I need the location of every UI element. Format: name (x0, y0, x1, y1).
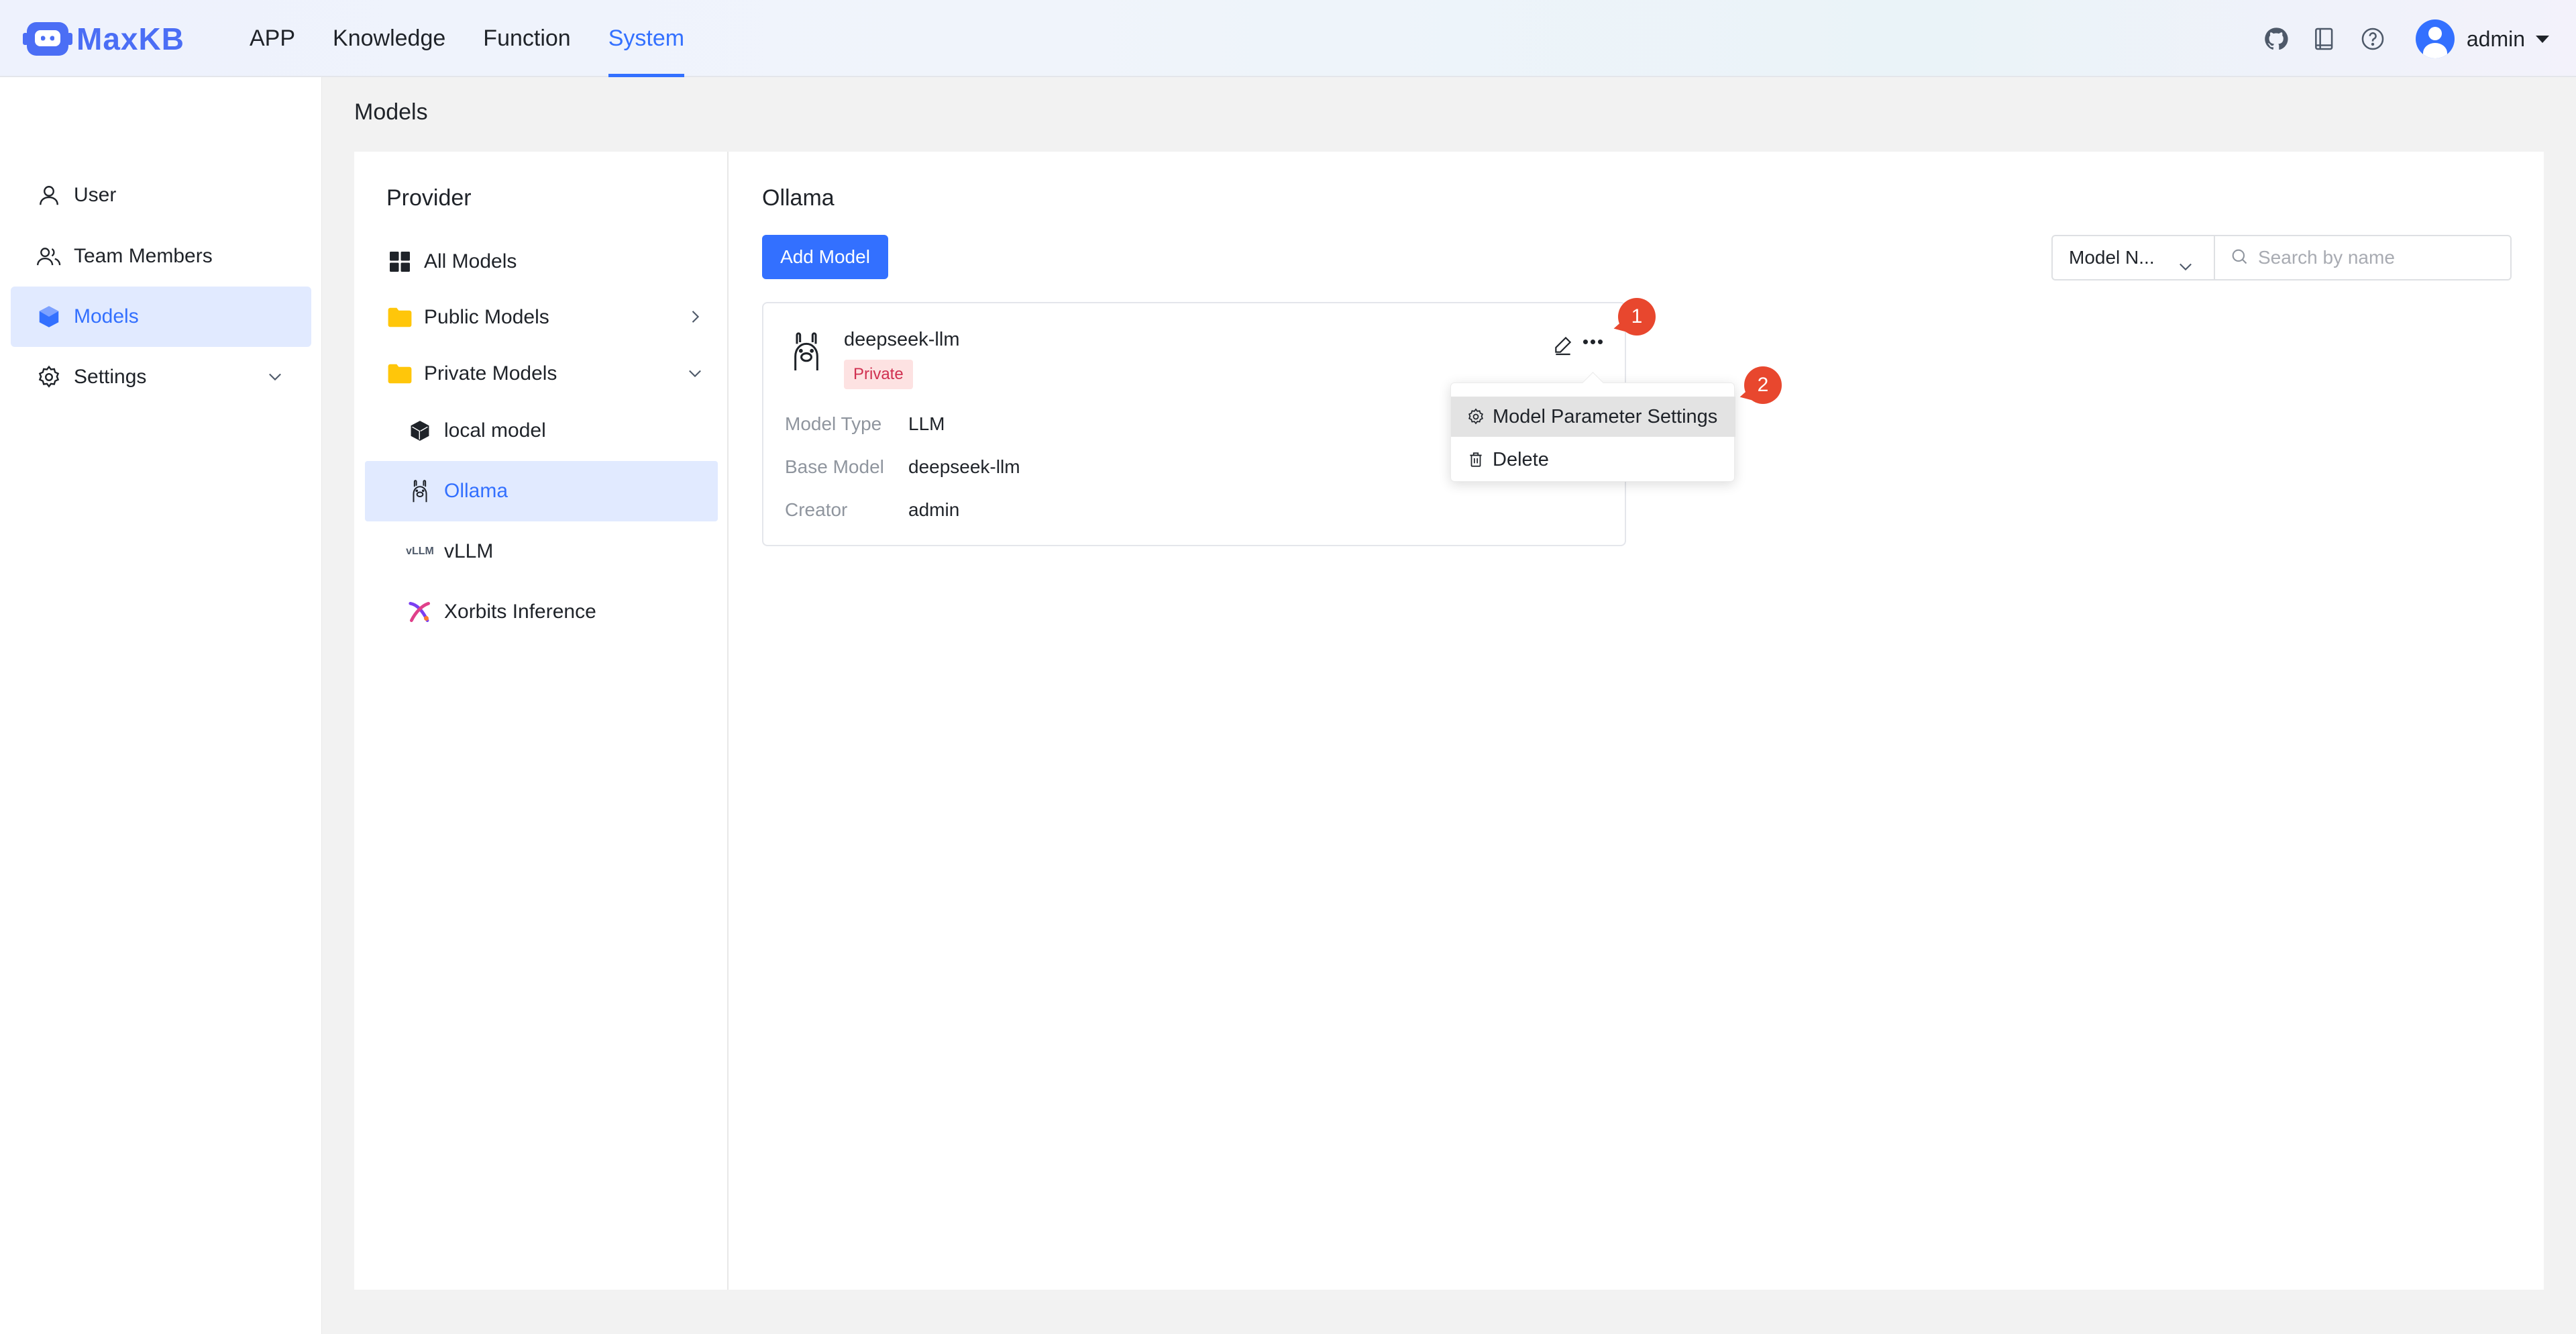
row-label: Model Type (785, 413, 882, 434)
add-model-button[interactable]: Add Model (762, 235, 888, 279)
caret-down-icon[interactable] (2536, 35, 2549, 43)
nav-function[interactable]: Function (483, 0, 570, 77)
team-icon (35, 242, 63, 270)
provider-item-label: All Models (424, 250, 517, 272)
page-title: Models (354, 99, 428, 125)
menu-item-label: Delete (1493, 448, 1549, 470)
provider-item-label: Ollama (444, 480, 508, 502)
marker-number: 1 (1618, 298, 1656, 336)
models-panel: Provider All Models Public Models Privat… (354, 152, 2544, 1290)
top-header: MaxKB APP Knowledge Function System admi… (0, 0, 2576, 77)
llama-icon (788, 327, 825, 376)
llama-icon (407, 478, 433, 505)
sidebar: User Team Members Models Settings (0, 77, 322, 1334)
provider-item-ollama[interactable]: Ollama (365, 461, 718, 521)
private-badge: Private (844, 360, 913, 389)
folder-icon (386, 360, 413, 387)
more-icon[interactable] (1583, 340, 1605, 344)
sidebar-item-team-members[interactable]: Team Members (11, 226, 311, 287)
row-value: admin (908, 499, 960, 520)
help-icon[interactable] (2357, 23, 2389, 55)
trash-icon (1467, 451, 1485, 468)
chevron-right-icon[interactable] (686, 307, 704, 331)
search-input[interactable] (2258, 247, 2500, 268)
provider-item-vllm[interactable]: vLLM vLLM (365, 521, 718, 582)
base-model-row: Base Model deepseek-llm (785, 456, 1020, 478)
xorbits-icon (407, 599, 433, 625)
step-marker-1: 1 (1611, 298, 1658, 338)
cube-icon (35, 303, 63, 331)
model-type-select[interactable]: Model N... (2051, 235, 2215, 280)
provider-item-label: local model (444, 419, 546, 442)
provider-item-label: Xorbits Inference (444, 601, 596, 623)
provider-item-label: Public Models (424, 306, 549, 328)
folder-icon (386, 304, 413, 331)
provider-item-label: Private Models (424, 362, 557, 384)
gear-icon (1467, 408, 1485, 425)
nav-app[interactable]: APP (250, 0, 295, 77)
select-value: Model N... (2069, 247, 2155, 268)
avatar[interactable] (2415, 19, 2455, 58)
content-title: Ollama (762, 185, 835, 211)
search-box (2214, 235, 2512, 280)
row-value: LLM (908, 413, 945, 434)
top-nav: APP Knowledge Function System (250, 0, 722, 77)
sidebar-item-models[interactable]: Models (11, 287, 311, 347)
menu-item-delete[interactable]: Delete (1451, 440, 1735, 480)
row-value: deepseek-llm (908, 456, 1020, 477)
model-type-row: Model Type LLM (785, 413, 945, 435)
provider-item-public-models[interactable]: Public Models (365, 287, 718, 348)
step-marker-2: 2 (1737, 366, 1784, 407)
logo[interactable]: MaxKB (23, 17, 184, 60)
row-label: Base Model (785, 456, 884, 477)
github-icon[interactable] (2260, 23, 2292, 55)
provider-item-all-models[interactable]: All Models (365, 232, 718, 292)
chevron-down-icon[interactable] (266, 367, 284, 391)
provider-title: Provider (386, 185, 472, 211)
provider-item-xorbits-inference[interactable]: Xorbits Inference (365, 582, 718, 642)
provider-item-local-model[interactable]: local model (365, 401, 718, 461)
row-label: Creator (785, 499, 848, 520)
chevron-down-icon[interactable] (686, 364, 704, 388)
menu-item-label: Model Parameter Settings (1493, 405, 1718, 427)
nav-knowledge[interactable]: Knowledge (333, 0, 445, 77)
provider-item-label: vLLM (444, 540, 494, 562)
sidebar-item-label: Team Members (74, 245, 213, 267)
sidebar-item-label: User (74, 184, 117, 206)
app-name: MaxKB (76, 21, 184, 56)
provider-list: Provider All Models Public Models Privat… (354, 152, 729, 1290)
vllm-icon: vLLM (406, 546, 434, 557)
chevron-down-icon (2176, 248, 2195, 291)
maxkb-logo-icon (23, 22, 72, 56)
user-icon (35, 181, 63, 209)
cube-icon (407, 417, 433, 444)
nav-system[interactable]: System (608, 0, 685, 77)
header-actions: admin (2244, 19, 2549, 59)
username[interactable]: admin (2467, 27, 2525, 52)
book-icon[interactable] (2308, 23, 2341, 55)
creator-row: Creator admin (785, 499, 959, 521)
grid-icon (386, 248, 413, 275)
sidebar-item-label: Settings (74, 366, 147, 388)
provider-item-private-models[interactable]: Private Models (365, 344, 718, 404)
marker-number: 2 (1744, 366, 1782, 404)
edit-icon[interactable] (1552, 334, 1574, 359)
sidebar-item-user[interactable]: User (11, 165, 311, 225)
sidebar-item-settings[interactable]: Settings (11, 347, 311, 407)
gear-icon (35, 363, 63, 391)
model-name: deepseek-llm (844, 329, 960, 350)
menu-item-model-parameter-settings[interactable]: Model Parameter Settings (1451, 397, 1735, 437)
sidebar-item-label: Models (74, 305, 139, 327)
search-icon (2230, 247, 2249, 269)
more-dropdown-menu: Model Parameter Settings Delete (1450, 382, 1735, 482)
